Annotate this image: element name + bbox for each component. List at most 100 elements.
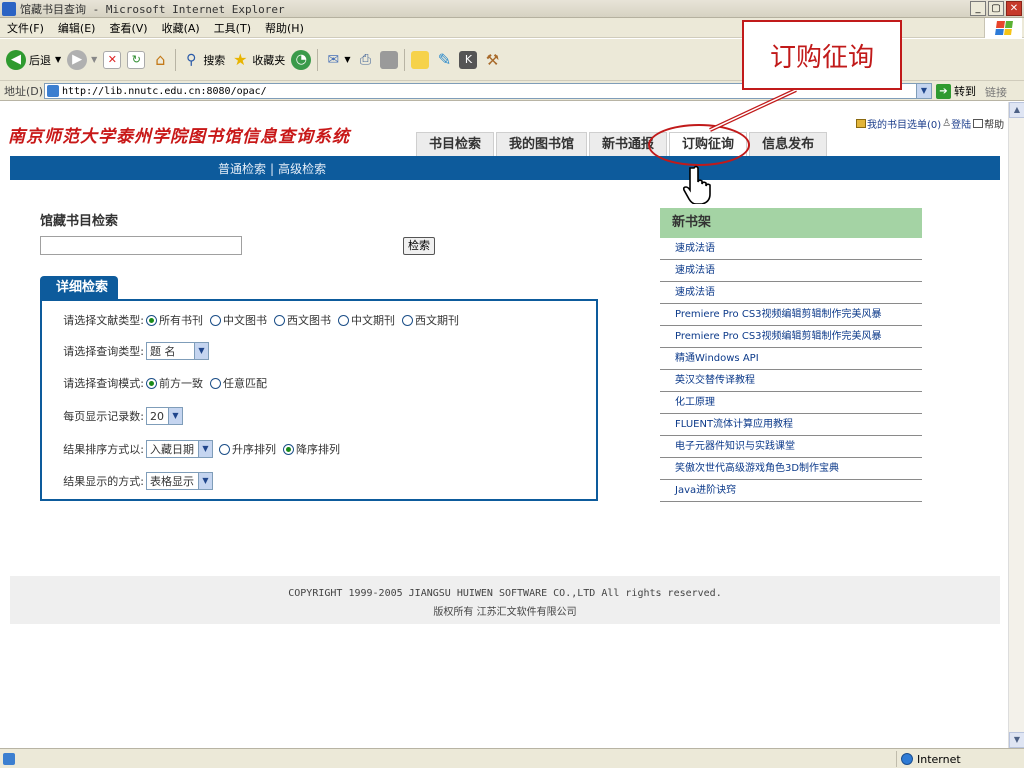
radio-dot — [210, 377, 221, 389]
per-page-select[interactable]: 20 ▼ — [146, 407, 183, 425]
minimize-button[interactable]: _ — [970, 1, 986, 16]
radio-label: 西文期刊 — [415, 314, 459, 327]
scroll-up-icon[interactable]: ▲ — [1009, 102, 1024, 118]
new-book-link[interactable]: 速成法语 — [660, 260, 922, 282]
maximize-button[interactable]: ▢ — [988, 1, 1004, 16]
new-book-link[interactable]: FLUENT流体计算应用教程 — [660, 414, 922, 436]
subnav-separator: | — [270, 162, 275, 176]
help-doc-icon — [973, 119, 984, 128]
print-button[interactable]: ⎙ — [356, 51, 374, 69]
menu-file[interactable]: 文件(F) — [0, 20, 51, 36]
my-shelf-link[interactable]: 我的书目选单(0) — [867, 116, 941, 131]
radio-chinese-journals[interactable]: 中文期刊 — [338, 312, 395, 328]
research-button[interactable]: K — [459, 50, 478, 69]
scroll-down-icon[interactable]: ▼ — [1009, 732, 1024, 748]
links-button[interactable]: 链接 — [985, 84, 1007, 100]
new-book-link[interactable]: 速成法语 — [660, 282, 922, 304]
sort-label: 结果排序方式以: — [63, 443, 144, 456]
tab-announcements[interactable]: 信息发布 — [749, 132, 828, 156]
windows-flag-icon — [994, 21, 1013, 35]
messenger-button[interactable]: ✎ — [435, 50, 453, 69]
simple-search-link[interactable]: 普通检索 — [218, 162, 266, 176]
new-book-link[interactable]: Premiere Pro CS3视频编辑剪辑制作完美风暴 — [660, 304, 922, 326]
menu-favorites[interactable]: 收藏(A) — [155, 20, 207, 36]
detail-search-tab[interactable]: 详细检索 — [40, 276, 118, 300]
menu-edit[interactable]: 编辑(E) — [51, 20, 103, 36]
radio-all[interactable]: 所有书刊 — [146, 312, 203, 328]
radio-label: 降序排列 — [296, 443, 340, 456]
toolbar-separator — [317, 48, 319, 71]
new-book-link[interactable]: 电子元器件知识与实践课堂 — [660, 436, 922, 458]
radio-western-journals[interactable]: 西文期刊 — [402, 312, 459, 328]
mail-button[interactable]: ✉ ▼ — [324, 51, 350, 69]
new-book-link[interactable]: Premiere Pro CS3视频编辑剪辑制作完美风暴 — [660, 326, 922, 348]
address-dropdown-icon[interactable]: ▼ — [916, 84, 931, 98]
new-book-link[interactable]: 精通Windows API — [660, 348, 922, 370]
radio-prefix-match[interactable]: 前方一致 — [146, 375, 203, 391]
help-link[interactable]: 帮助 — [984, 116, 1004, 131]
search-title: 馆藏书目检索 — [40, 214, 119, 229]
chevron-down-icon: ▼ — [198, 441, 212, 457]
close-button[interactable]: ✕ — [1006, 1, 1022, 16]
new-book-link[interactable]: 化工原理 — [660, 392, 922, 414]
home-button[interactable]: ⌂ — [151, 50, 169, 69]
nav-bar — [10, 156, 1000, 180]
callout-box: 订购征询 — [742, 20, 902, 90]
chevron-down-icon: ▼ — [168, 408, 182, 424]
new-book-link[interactable]: 速成法语 — [660, 238, 922, 260]
radio-western-books[interactable]: 西文图书 — [274, 312, 331, 328]
page-footer: COPYRIGHT 1999-2005 JIANGSU HUIWEN SOFTW… — [10, 576, 1000, 624]
radio-dot — [146, 314, 157, 326]
forward-button[interactable]: ▶ ▼ — [67, 49, 97, 70]
sort-field-select[interactable]: 入藏日期 ▼ — [146, 440, 213, 458]
main-tabs: 书目检索 我的图书馆 新书通报 订购征询 信息发布 — [416, 132, 829, 156]
menu-tools[interactable]: 工具(T) — [207, 20, 258, 36]
go-button[interactable]: ➔ 转到 — [936, 83, 976, 99]
back-arrow-icon: ◀ — [6, 49, 26, 70]
favorites-star-icon: ★ — [233, 50, 248, 69]
tools-button[interactable]: ⚒ — [483, 51, 501, 69]
back-button[interactable]: ◀ 后退 ▼ — [6, 49, 61, 70]
radio-descending[interactable]: 降序排列 — [283, 441, 340, 457]
display-mode-select[interactable]: 表格显示 ▼ — [146, 472, 213, 490]
toolbar-separator — [175, 48, 177, 71]
query-type-label: 请选择查询类型: — [63, 345, 144, 358]
search-button[interactable]: ⚲ 搜索 — [182, 51, 225, 69]
search-submit-button[interactable]: 检索 — [403, 237, 435, 255]
query-type-select[interactable]: 题 名 ▼ — [146, 342, 209, 360]
radio-any-match[interactable]: 任意匹配 — [210, 375, 267, 391]
history-button[interactable]: ◔ — [291, 49, 312, 70]
refresh-button[interactable]: ↻ — [127, 50, 146, 69]
address-url: http://lib.nnutc.edu.cn:8080/opac/ — [62, 85, 267, 97]
sub-nav: 普通检索 | 高级检索 — [218, 160, 326, 177]
vertical-scrollbar[interactable]: ▲ ▼ — [1008, 102, 1024, 748]
radio-ascending[interactable]: 升序排列 — [219, 441, 276, 457]
menu-help[interactable]: 帮助(H) — [258, 20, 311, 36]
tab-my-library[interactable]: 我的图书馆 — [496, 132, 588, 156]
stop-button[interactable]: ✕ — [103, 50, 122, 69]
menu-view[interactable]: 查看(V) — [102, 20, 154, 36]
toolbar-separator — [404, 48, 406, 71]
globe-icon — [901, 753, 913, 765]
new-book-link[interactable]: 笑傲次世代高级游戏角色3D制作宝典 — [660, 458, 922, 480]
discuss-button[interactable] — [411, 50, 430, 69]
page-icon — [47, 85, 59, 97]
search-input[interactable] — [40, 236, 242, 255]
mail-dropdown-icon[interactable]: ▼ — [344, 55, 350, 64]
login-link[interactable]: 登陆 — [951, 116, 971, 131]
login-person-icon: ♙ — [942, 118, 952, 129]
back-dropdown-icon[interactable]: ▼ — [55, 55, 61, 64]
radio-label: 西文图书 — [287, 314, 331, 327]
page-status-icon — [3, 752, 15, 765]
new-book-link[interactable]: 英汉交替传译教程 — [660, 370, 922, 392]
display-row: 结果显示的方式: 表格显示 ▼ — [62, 472, 213, 490]
tab-catalog-search[interactable]: 书目检索 — [416, 132, 495, 156]
favorites-button[interactable]: ★ 收藏夹 — [231, 50, 285, 69]
edit-button[interactable] — [380, 50, 399, 69]
forward-dropdown-icon[interactable]: ▼ — [91, 55, 97, 64]
advanced-search-link[interactable]: 高级检索 — [278, 162, 326, 176]
go-arrow-icon: ➔ — [936, 83, 951, 99]
mail-icon: ✉ — [327, 51, 340, 68]
radio-chinese-books[interactable]: 中文图书 — [210, 312, 267, 328]
new-book-link[interactable]: Java进阶诀窍 — [660, 480, 922, 502]
